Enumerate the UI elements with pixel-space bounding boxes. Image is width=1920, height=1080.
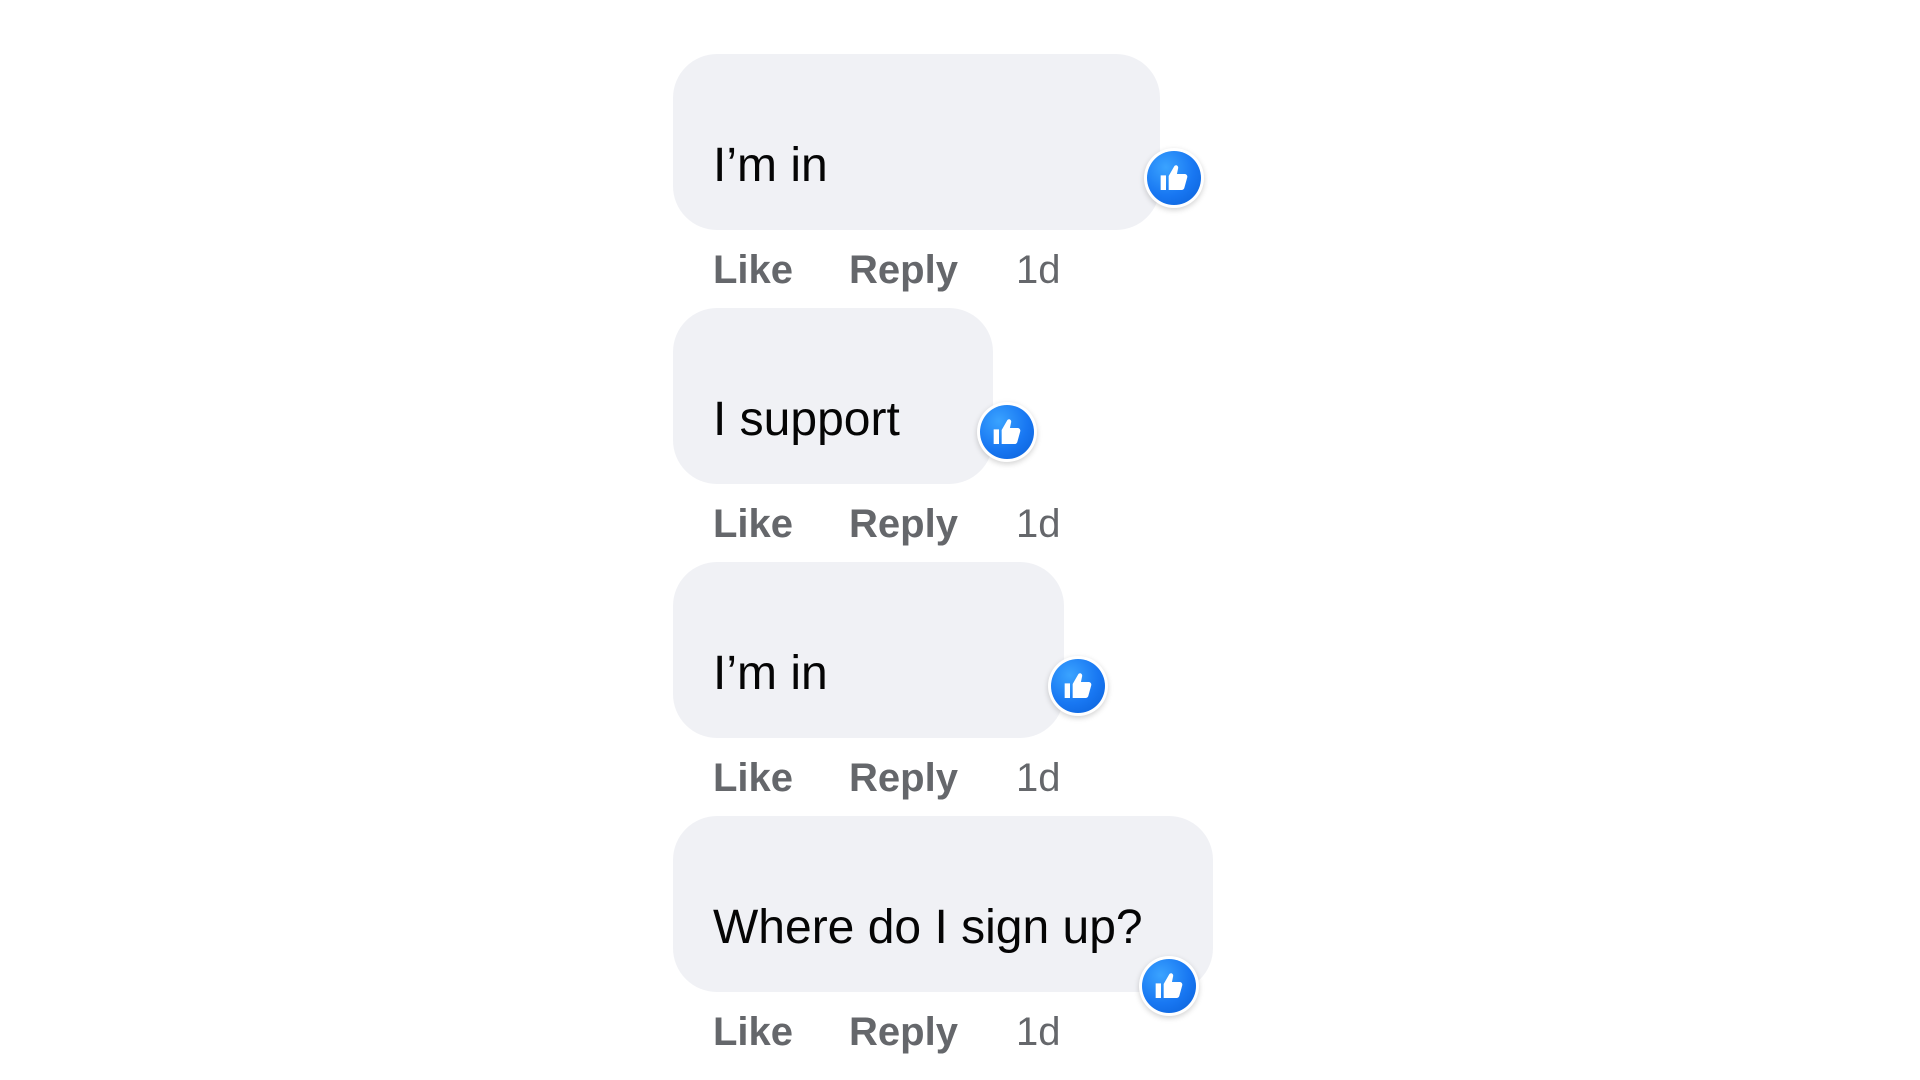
comment-thread: I’m in Like Reply 1d I support Like Repl… bbox=[673, 54, 1373, 1070]
thumbs-up-icon[interactable] bbox=[977, 402, 1037, 462]
thumbs-up-icon[interactable] bbox=[1144, 148, 1204, 208]
reply-button[interactable]: Reply bbox=[849, 756, 958, 801]
comment: I support Like Reply 1d bbox=[673, 308, 1373, 562]
like-button[interactable]: Like bbox=[713, 502, 793, 547]
comment: I’m in Like Reply 1d bbox=[673, 54, 1373, 308]
like-button[interactable]: Like bbox=[713, 248, 793, 293]
comment-actions: Like Reply 1d bbox=[713, 748, 1060, 808]
comment-text: I support bbox=[713, 393, 900, 446]
comment-actions: Like Reply 1d bbox=[713, 240, 1060, 300]
comment-bubble[interactable]: I’m in bbox=[673, 54, 1160, 230]
comment-text: Where do I sign up? bbox=[713, 901, 1143, 954]
timestamp[interactable]: 1d bbox=[1016, 1010, 1061, 1055]
comment-bubble[interactable]: I support bbox=[673, 308, 993, 484]
thumbs-up-icon[interactable] bbox=[1048, 656, 1108, 716]
comment-actions: Like Reply 1d bbox=[713, 1002, 1060, 1062]
comment-actions: Like Reply 1d bbox=[713, 494, 1060, 554]
comment-text: I’m in bbox=[713, 647, 828, 700]
timestamp[interactable]: 1d bbox=[1016, 756, 1061, 801]
like-button[interactable]: Like bbox=[713, 756, 793, 801]
thumbs-up-icon[interactable] bbox=[1139, 956, 1199, 1016]
reply-button[interactable]: Reply bbox=[849, 248, 958, 293]
reply-button[interactable]: Reply bbox=[849, 502, 958, 547]
reply-button[interactable]: Reply bbox=[849, 1010, 958, 1055]
comment-text: I’m in bbox=[713, 139, 828, 192]
like-button[interactable]: Like bbox=[713, 1010, 793, 1055]
timestamp[interactable]: 1d bbox=[1016, 248, 1061, 293]
comment-bubble[interactable]: Where do I sign up? bbox=[673, 816, 1213, 992]
comment: Where do I sign up? Like Reply 1d bbox=[673, 816, 1373, 1070]
timestamp[interactable]: 1d bbox=[1016, 502, 1061, 547]
comment: I’m in Like Reply 1d bbox=[673, 562, 1373, 816]
comment-bubble[interactable]: I’m in bbox=[673, 562, 1064, 738]
